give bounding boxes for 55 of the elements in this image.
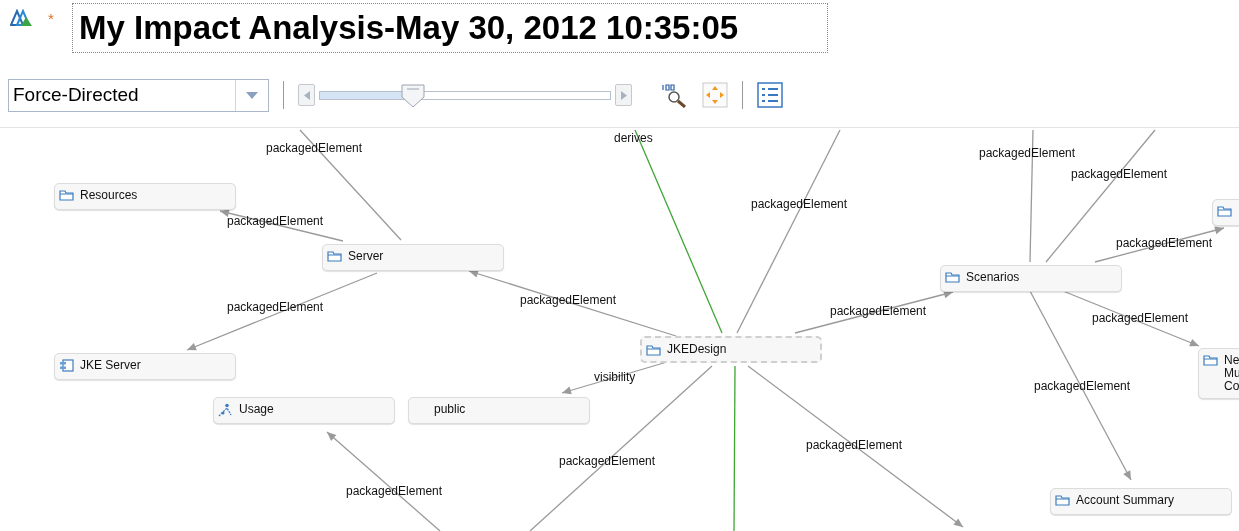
node-label: Usage <box>239 403 274 416</box>
node-label: public <box>434 403 466 416</box>
node-label: Account Summary <box>1076 494 1175 507</box>
diagram-node[interactable]: JKE Server <box>54 353 236 380</box>
node-label: Ne Mu Co <box>1224 354 1239 393</box>
diagram-node[interactable]: Server <box>322 244 504 271</box>
node-label: Resources <box>80 189 138 202</box>
connector-label: packagedElement <box>806 438 903 452</box>
layout-dropdown[interactable]: Force-Directed <box>8 78 269 112</box>
connector-label: packagedElement <box>520 293 617 307</box>
connector-label: packagedElement <box>346 484 443 498</box>
right-arrow-icon <box>620 90 627 100</box>
component-icon <box>59 359 74 372</box>
connector-label: packagedElement <box>559 454 656 468</box>
usage-icon <box>218 403 233 417</box>
folder-icon <box>59 189 74 201</box>
diagram-node[interactable]: Usage <box>213 397 395 424</box>
connector-label: packagedElement <box>979 146 1076 160</box>
folder-icon <box>1055 494 1070 506</box>
left-arrow-icon <box>303 90 310 100</box>
folder-icon <box>945 271 960 283</box>
node-label: Server <box>348 250 384 263</box>
node-label: JKE Server <box>80 359 141 372</box>
node-label: Scenarios <box>966 271 1020 284</box>
folder-icon <box>327 250 342 262</box>
diagram-node[interactable]: public <box>408 397 590 424</box>
zoom-actual-size-icon[interactable] <box>662 82 688 108</box>
connector-label: packagedElement <box>1092 311 1189 325</box>
connector-label: packagedElement <box>1034 379 1131 393</box>
diagram-node[interactable]: Ne Mu Co <box>1198 348 1239 399</box>
connector-label: packagedElement <box>751 197 848 211</box>
folder-icon <box>646 343 661 356</box>
folder-icon <box>1203 354 1218 366</box>
connector-label: visibility <box>594 370 636 384</box>
slider-right-button[interactable] <box>615 84 632 106</box>
folder-icon <box>1217 205 1232 217</box>
connector-label: packagedElement <box>830 304 927 318</box>
connector-label: packagedElement <box>227 214 324 228</box>
connector-label: packagedElement <box>1116 236 1213 250</box>
connector-label: packagedElement <box>266 141 363 155</box>
editor-title[interactable]: My Impact Analysis-May 30, 2012 10:35:05 <box>72 3 828 53</box>
slider-thumb[interactable] <box>401 83 426 108</box>
modified-marker: * <box>48 9 54 29</box>
caret-icon <box>246 91 258 99</box>
connector-label: packagedElement <box>227 300 324 314</box>
fit-to-window-icon[interactable] <box>702 82 728 108</box>
diagram-node[interactable]: Account Summary <box>1050 488 1232 515</box>
node-label: JKEDesign <box>667 343 727 356</box>
list-icon[interactable] <box>757 82 783 108</box>
diagram-node[interactable]: Resources <box>54 183 236 210</box>
connector-label: packagedElement <box>1071 167 1168 181</box>
slider-left-button[interactable] <box>298 84 315 106</box>
diagram-node[interactable]: Scenarios <box>940 265 1122 292</box>
diagram-node[interactable]: JKEDesign <box>640 336 822 363</box>
app-logo-icon <box>10 9 34 27</box>
